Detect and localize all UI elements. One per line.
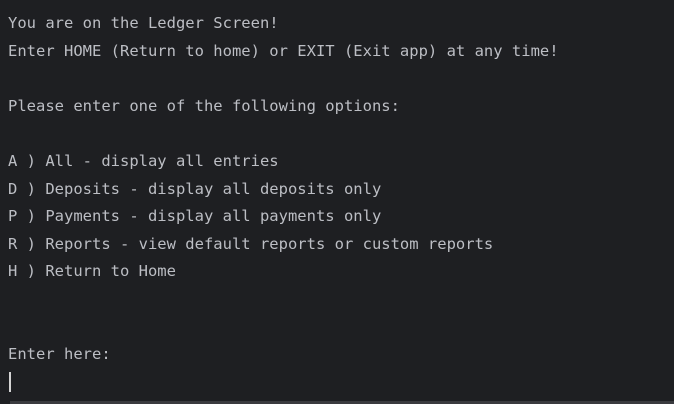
ledger-screen-title: You are on the Ledger Screen! <box>8 14 279 32</box>
option-deposits: D ) Deposits - display all deposits only <box>8 179 382 198</box>
home-exit-hint: Enter HOME (Return to home) or EXIT (Exi… <box>8 41 559 60</box>
terminal-input-line[interactable] <box>8 369 674 397</box>
text-cursor <box>9 372 11 392</box>
options-instruction: Please enter one of the following option… <box>8 96 400 115</box>
input-prompt-label: Enter here: <box>8 345 111 364</box>
terminal-output: You are on the Ledger Screen! Enter HOME… <box>0 0 674 404</box>
option-reports: R ) Reports - view default reports or cu… <box>8 234 494 253</box>
option-all: A ) All - display all entries <box>8 151 279 170</box>
option-return-home: H ) Return to Home <box>8 262 176 281</box>
option-payments: P ) Payments - display all payments only <box>8 207 382 226</box>
